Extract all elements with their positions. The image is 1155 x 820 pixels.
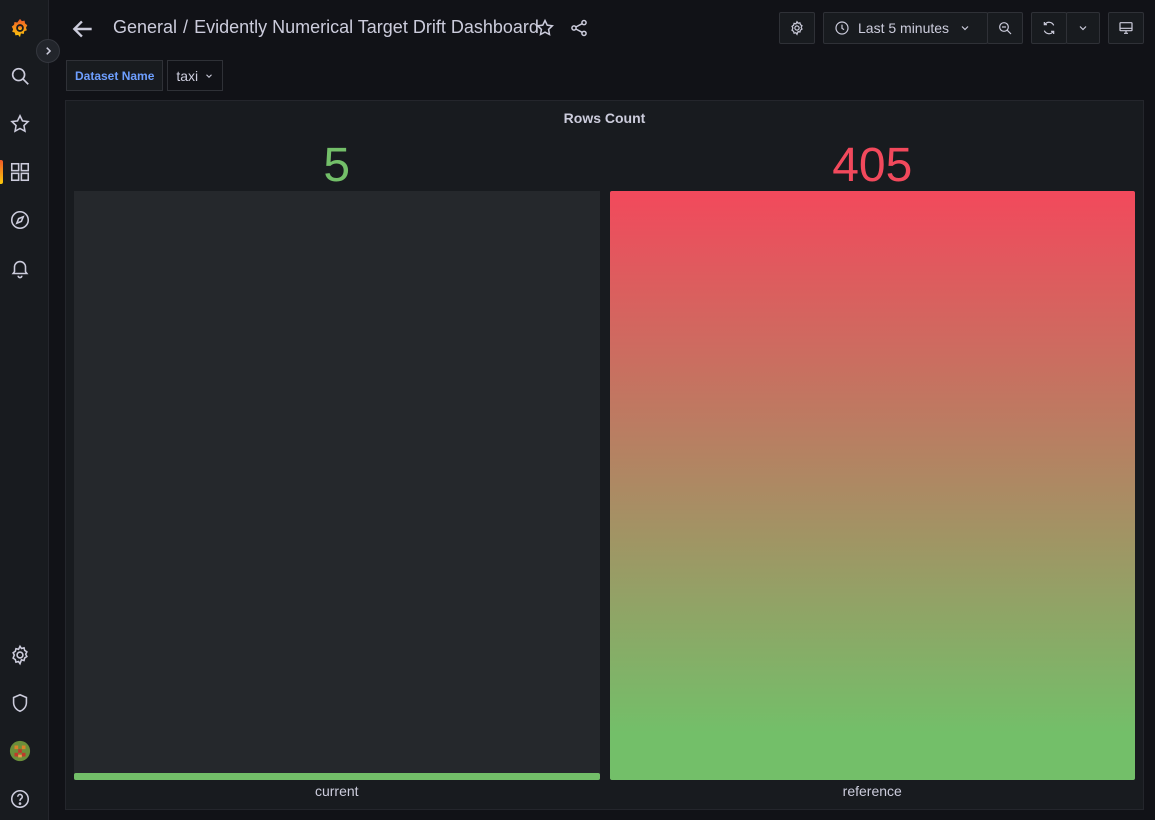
bar-track-current <box>74 191 600 780</box>
time-range-label: Last 5 minutes <box>858 20 950 36</box>
dataset-name-label: Dataset Name <box>66 60 164 91</box>
tv-mode-button[interactable] <box>1108 12 1144 44</box>
top-navbar: General / Evidently Numerical Target Dri… <box>48 0 1155 56</box>
clock-icon <box>835 21 849 35</box>
breadcrumb-folder[interactable]: General <box>113 17 177 38</box>
panel-title[interactable]: Rows Count <box>66 110 1143 126</box>
chevron-down-icon <box>961 26 969 31</box>
zoom-out-button[interactable] <box>987 12 1023 44</box>
dataset-name-select[interactable]: taxi <box>167 60 224 91</box>
zoom-out-icon <box>999 22 1012 35</box>
breadcrumb: General / Evidently Numerical Target Dri… <box>113 17 539 38</box>
bar-current[interactable] <box>74 772 600 780</box>
bar-label-current: current <box>314 783 359 799</box>
bar-track-reference <box>609 191 1135 780</box>
alerting-bell-icon[interactable] <box>8 256 32 280</box>
shield-icon[interactable] <box>8 691 32 715</box>
refresh-button[interactable] <box>1031 12 1067 44</box>
dataset-name-value: taxi <box>176 67 199 84</box>
refresh-interval-dropdown[interactable] <box>1066 12 1100 44</box>
grafana-logo-icon[interactable] <box>8 16 32 40</box>
chevron-down-icon <box>206 73 213 78</box>
bar-value-reference: 405 <box>832 139 913 192</box>
star-icon[interactable] <box>8 112 32 136</box>
variables-bar: Dataset Name taxi <box>66 60 224 91</box>
chevron-right-icon <box>46 47 52 55</box>
back-arrow-icon[interactable] <box>70 16 96 42</box>
search-icon[interactable] <box>8 64 32 88</box>
chevron-down-icon <box>1079 26 1087 31</box>
active-indicator <box>0 160 3 184</box>
dashboards-icon[interactable] <box>8 160 32 184</box>
bar-label-reference: reference <box>842 783 902 799</box>
sidebar <box>0 0 49 820</box>
refresh-icon <box>1043 21 1055 35</box>
breadcrumb-separator: / <box>183 17 189 37</box>
share-icon[interactable] <box>569 18 589 38</box>
bar-value-current: 5 <box>323 139 351 192</box>
settings-gear-icon[interactable] <box>8 643 32 667</box>
dashboard-settings-button[interactable] <box>779 12 815 44</box>
explore-compass-icon[interactable] <box>8 208 32 232</box>
expand-sidebar-button[interactable] <box>36 39 60 63</box>
user-avatar[interactable] <box>8 739 32 763</box>
rows-count-panel[interactable]: Rows Count 5 current 405 reference <box>65 100 1144 810</box>
monitor-icon <box>1119 22 1133 34</box>
time-picker-button[interactable]: Last 5 minutes <box>823 12 988 44</box>
bar-reference[interactable] <box>609 191 1135 780</box>
gear-icon <box>791 20 803 36</box>
dashboard-title[interactable]: Evidently Numerical Target Drift Dashboa… <box>194 17 539 38</box>
favorite-star-icon[interactable] <box>535 18 555 38</box>
help-icon[interactable] <box>8 787 32 811</box>
